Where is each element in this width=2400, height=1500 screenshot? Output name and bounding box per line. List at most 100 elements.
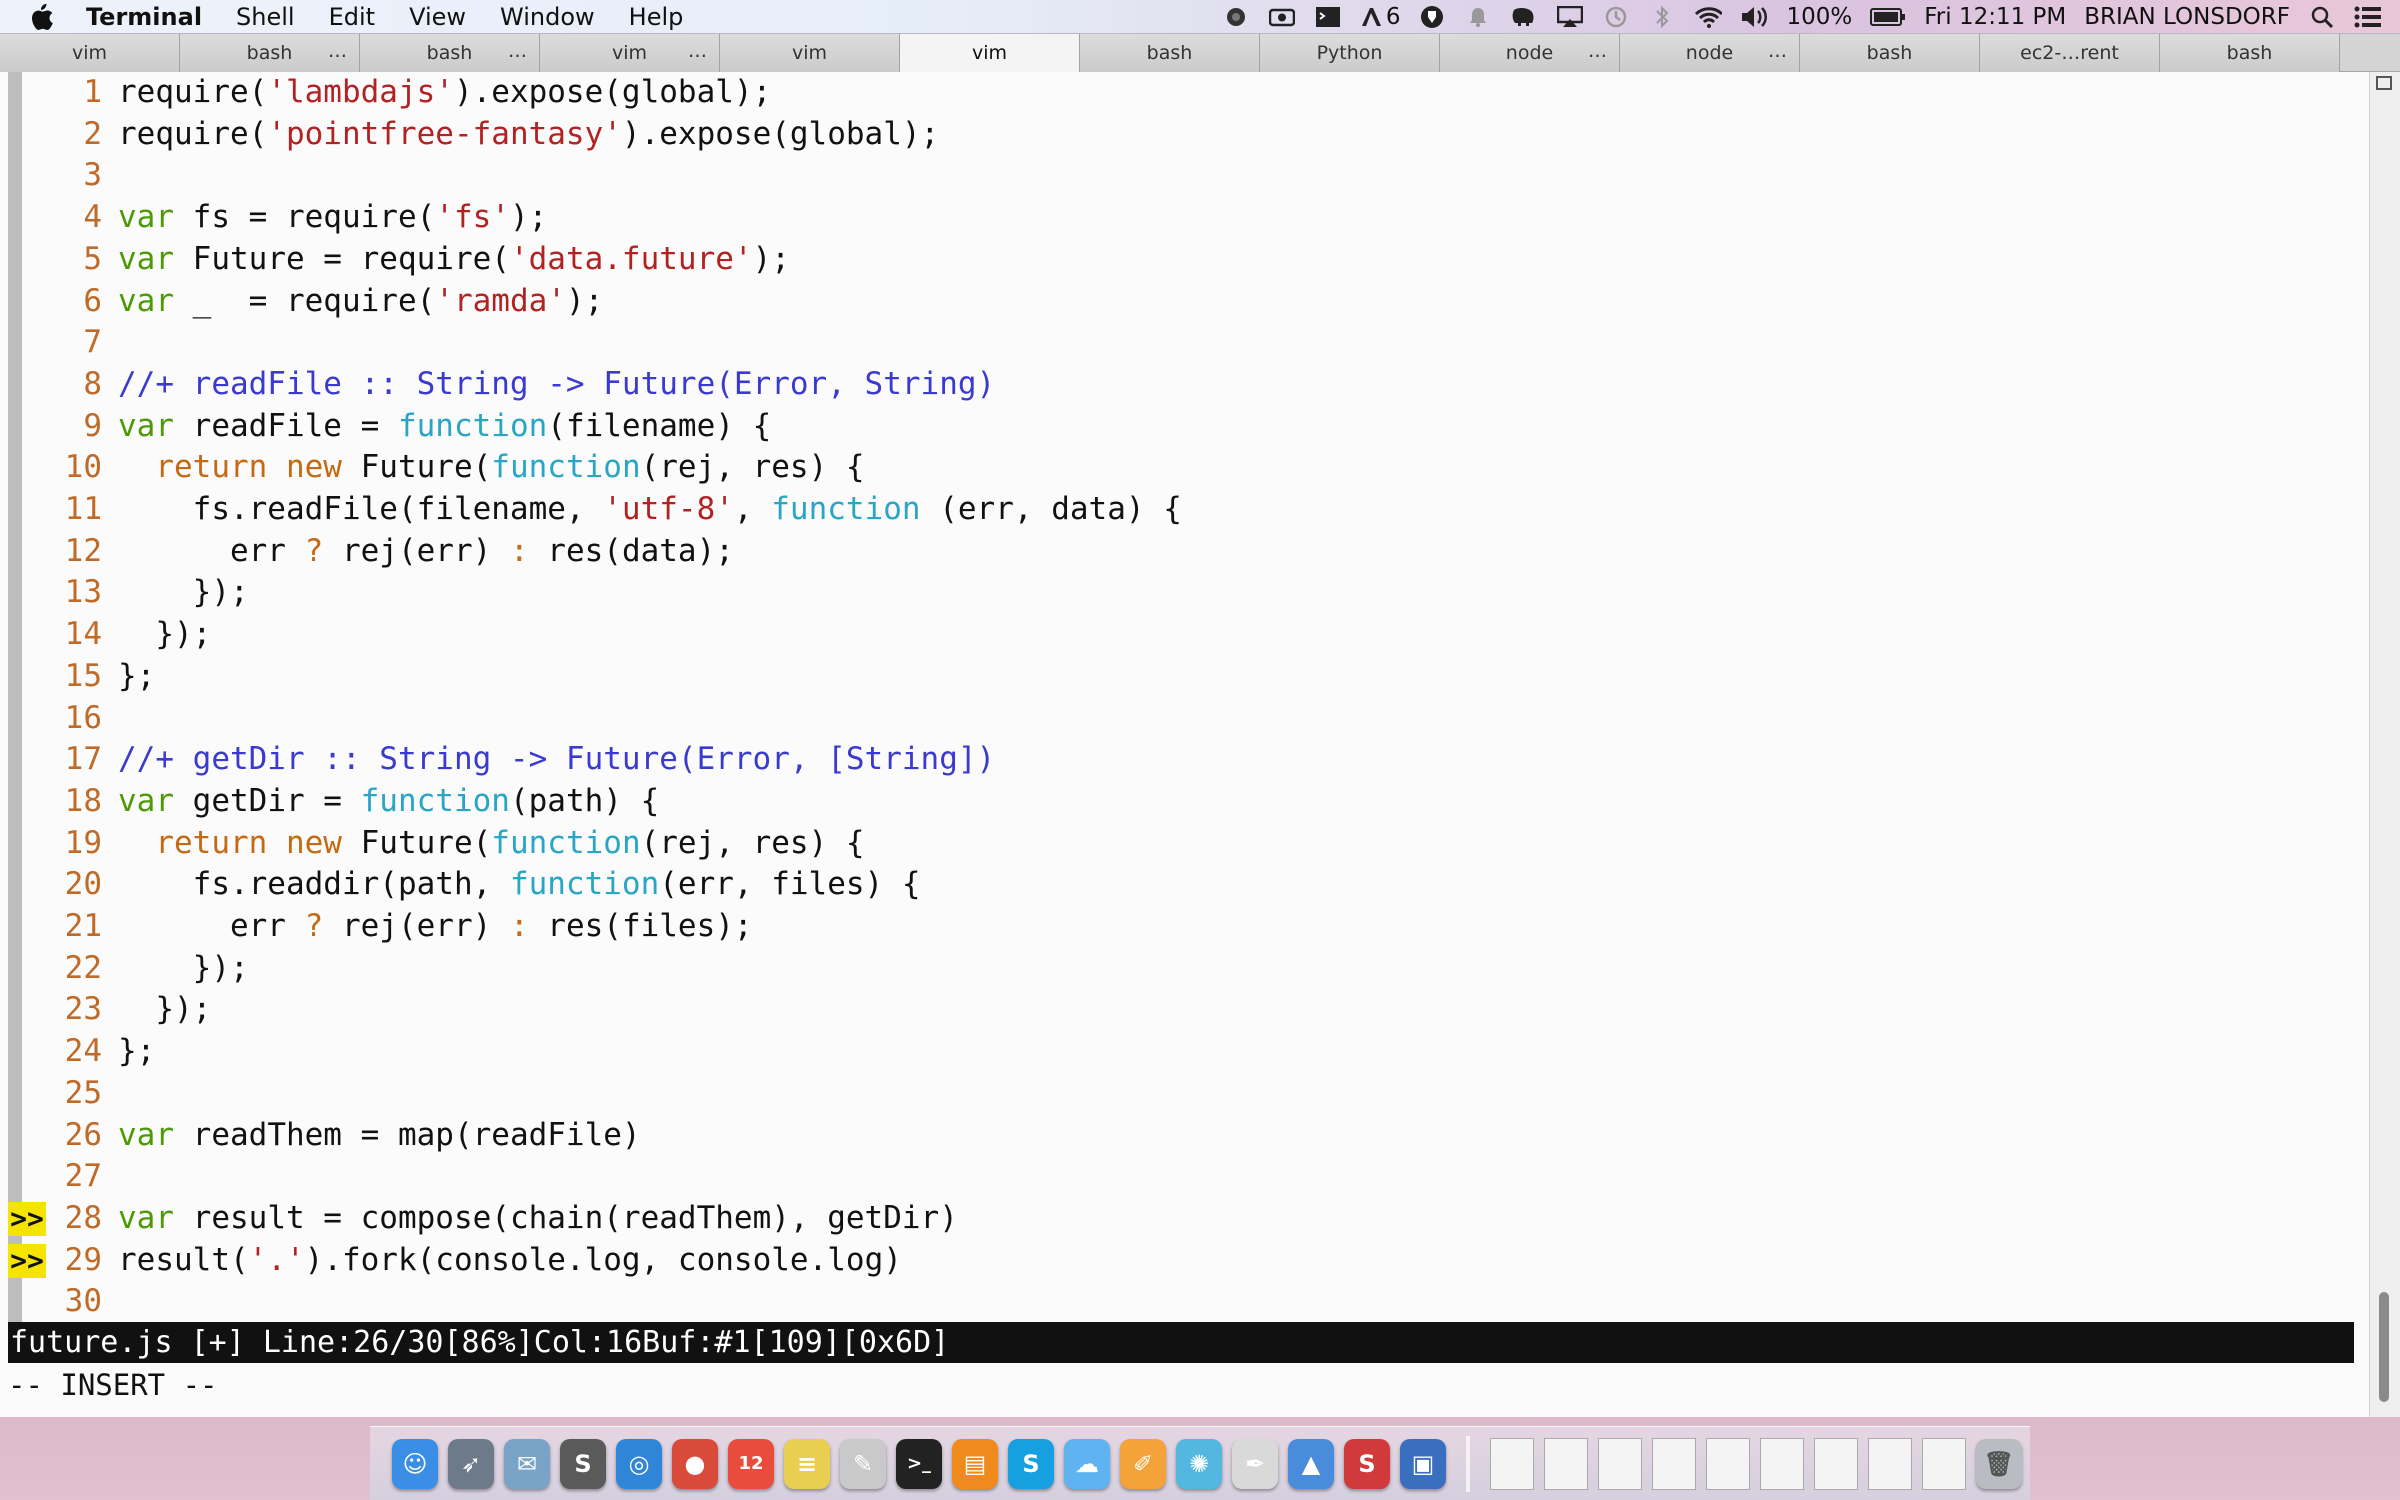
dock-document-icon[interactable]: [1652, 1437, 1696, 1490]
dock-document-icon[interactable]: [1868, 1437, 1912, 1490]
vim-buffer[interactable]: 1 require('lambdajs').expose(global); 2 req…: [0, 72, 2360, 1322]
airplay-icon[interactable]: [1556, 5, 1584, 29]
tab-python-8[interactable]: Python: [1260, 34, 1440, 72]
user-name[interactable]: BRIAN LONSDORF: [2084, 4, 2290, 30]
terminal-icon[interactable]: [1314, 5, 1342, 29]
code-line[interactable]: 11 fs.readFile(filename, 'utf-8', functi…: [0, 489, 2360, 531]
terminal-icon[interactable]: >_: [896, 1438, 942, 1489]
tab-vim-5[interactable]: vim: [720, 34, 900, 72]
preview-icon[interactable]: ✉: [504, 1438, 550, 1489]
script-editor-icon[interactable]: ✒: [1232, 1438, 1278, 1489]
code-line[interactable]: 16: [0, 698, 2360, 740]
tab-vim-6[interactable]: vim: [900, 34, 1080, 72]
scrollbar[interactable]: [2369, 72, 2400, 1417]
code-line[interactable]: 3: [0, 155, 2360, 197]
yelp-icon[interactable]: [1418, 5, 1446, 29]
code-line[interactable]: 5 var Future = require('data.future');: [0, 239, 2360, 281]
chrome-icon[interactable]: ●: [672, 1438, 718, 1489]
code-line[interactable]: 27: [0, 1156, 2360, 1198]
trash-icon[interactable]: 🗑: [1976, 1438, 2022, 1489]
screen-record-icon[interactable]: [1222, 5, 1250, 29]
tab-vim-4[interactable]: vim…: [540, 34, 720, 72]
code-line[interactable]: 15};: [0, 656, 2360, 698]
code-line[interactable]: 1 require('lambdajs').expose(global);: [0, 72, 2360, 114]
code-line[interactable]: 25: [0, 1073, 2360, 1115]
code-line[interactable]: 13 });: [0, 572, 2360, 614]
code-line[interactable]: 6 var _ = require('ramda');: [0, 281, 2360, 323]
terminal-window[interactable]: 1 require('lambdajs').expose(global); 2 req…: [0, 72, 2400, 1417]
code-line[interactable]: 8 //+ readFile :: String -> Future(Error,…: [0, 364, 2360, 406]
menu-window[interactable]: Window: [500, 3, 595, 31]
code-line[interactable]: 12 err ? rej(err) : res(data);: [0, 531, 2360, 573]
skype-icon[interactable]: S: [1008, 1438, 1054, 1489]
code-line[interactable]: >> 28 var result = compose(chain(readThem)…: [0, 1198, 2360, 1240]
code-line[interactable]: 30: [0, 1281, 2360, 1323]
tab-vim-1[interactable]: vim: [0, 34, 180, 72]
dock-document-icon[interactable]: [1760, 1437, 1804, 1490]
menu-edit[interactable]: Edit: [329, 3, 375, 31]
finder-icon[interactable]: ☺: [392, 1438, 438, 1489]
battery-percent[interactable]: 100%: [1786, 4, 1852, 30]
messages-icon[interactable]: ☁: [1064, 1438, 1110, 1489]
bell-icon[interactable]: [1464, 5, 1492, 29]
adobe-icon[interactable]: 6: [1360, 4, 1400, 30]
time-machine-icon[interactable]: [1602, 5, 1630, 29]
sketchbook-icon[interactable]: ✺: [1176, 1438, 1222, 1489]
battery-icon[interactable]: [1870, 5, 1906, 29]
launchpad-icon[interactable]: ➶: [448, 1438, 494, 1489]
calendar-icon[interactable]: 12: [728, 1438, 774, 1489]
tab-node-9[interactable]: node…: [1440, 34, 1620, 72]
s-app-icon[interactable]: S: [1344, 1438, 1390, 1489]
code-line[interactable]: 22 });: [0, 948, 2360, 990]
elephant-icon[interactable]: [1510, 5, 1538, 29]
safari-icon[interactable]: ◎: [616, 1438, 662, 1489]
tab-bash-2[interactable]: bash…: [180, 34, 360, 72]
code-line[interactable]: 14 });: [0, 614, 2360, 656]
code-line[interactable]: 20 fs.readdir(path, function(err, files)…: [0, 864, 2360, 906]
code-line[interactable]: 26 var readThem = map(readFile): [0, 1115, 2360, 1157]
tab-bash-7[interactable]: bash: [1080, 34, 1260, 72]
code-line[interactable]: 17 //+ getDir :: String -> Future(Error, …: [0, 739, 2360, 781]
menu-shell[interactable]: Shell: [236, 3, 295, 31]
code-line[interactable]: 23 });: [0, 989, 2360, 1031]
menu-app-name[interactable]: Terminal: [86, 3, 202, 31]
dock-document-icon[interactable]: [1598, 1437, 1642, 1490]
code-line[interactable]: 7: [0, 322, 2360, 364]
scrollbar-thumb[interactable]: [2379, 1292, 2389, 1402]
dock-document-icon[interactable]: [1544, 1437, 1588, 1490]
camera-icon[interactable]: [1268, 5, 1296, 29]
tab-node-10[interactable]: node…: [1620, 34, 1800, 72]
notes-icon[interactable]: ≡: [784, 1438, 830, 1489]
wifi-icon[interactable]: [1694, 5, 1723, 29]
code-line[interactable]: 21 err ? rej(err) : res(files);: [0, 906, 2360, 948]
dock-document-icon[interactable]: [1814, 1437, 1858, 1490]
menu-help[interactable]: Help: [629, 3, 684, 31]
tab-bash-3[interactable]: bash…: [360, 34, 540, 72]
code-line[interactable]: 10 return new Future(function(rej, res) …: [0, 447, 2360, 489]
tab-bash-13[interactable]: bash: [2160, 34, 2340, 72]
tab-bash-11[interactable]: bash: [1800, 34, 1980, 72]
code-line[interactable]: 19 return new Future(function(rej, res) …: [0, 823, 2360, 865]
scrollbar-button[interactable]: [2376, 76, 2392, 90]
menu-view[interactable]: View: [409, 3, 466, 31]
dock-document-icon[interactable]: [1490, 1437, 1534, 1490]
volume-icon[interactable]: [1740, 5, 1768, 29]
code-line[interactable]: 18 var getDir = function(path) {: [0, 781, 2360, 823]
keynote-icon[interactable]: ▲: [1288, 1438, 1334, 1489]
textedit-icon[interactable]: ✎: [840, 1438, 886, 1489]
code-line[interactable]: 9 var readFile = function(filename) {: [0, 406, 2360, 448]
tab-ec2-rent-12[interactable]: ec2-…rent: [1980, 34, 2160, 72]
sublime-icon[interactable]: S: [560, 1438, 606, 1489]
code-line[interactable]: >> 29 result('.').fork(console.log, consol…: [0, 1240, 2360, 1282]
bluetooth-icon[interactable]: [1648, 5, 1676, 29]
pages-icon[interactable]: ✐: [1120, 1438, 1166, 1489]
clock[interactable]: Fri 12:11 PM: [1924, 4, 2066, 30]
notification-center-icon[interactable]: [2354, 5, 2382, 29]
screenflow-icon[interactable]: ▣: [1400, 1438, 1446, 1489]
code-line[interactable]: 4 var fs = require('fs');: [0, 197, 2360, 239]
dock-document-icon[interactable]: [1922, 1437, 1966, 1490]
code-line[interactable]: 24};: [0, 1031, 2360, 1073]
apple-icon[interactable]: [28, 2, 56, 32]
code-line[interactable]: 2 require('pointfree-fantasy').expose(glo…: [0, 114, 2360, 156]
ibooks-icon[interactable]: ▤: [952, 1438, 998, 1489]
